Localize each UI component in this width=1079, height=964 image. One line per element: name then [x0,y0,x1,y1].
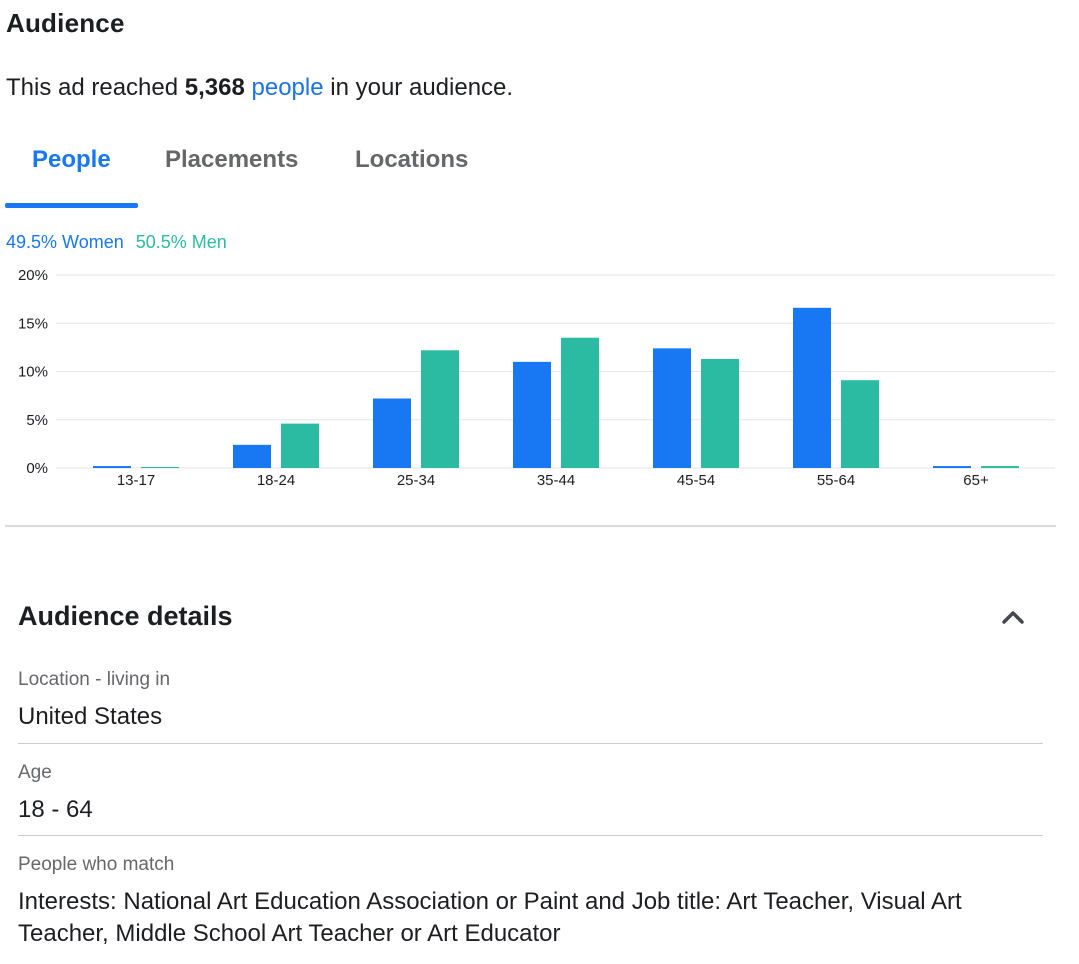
active-tab-indicator [5,203,138,208]
x-tick-label: 13-17 [117,472,155,489]
legend-women: 49.5% Women [6,232,124,252]
bar-women-35-44 [513,361,551,468]
reach-summary: This ad reached 5,368 people in your aud… [6,74,513,102]
bar-men-35-44 [561,337,599,468]
field-divider [18,835,1043,836]
tab-people[interactable]: People [32,146,111,174]
age-gender-bar-chart: 0% 5% 10% 15% 20% 13-17 18-24 25-34 35-44 45-54 55… [18,267,1055,489]
interests-field: People who match Interests: National Art… [18,854,1043,950]
bar-women-55-64 [793,307,831,468]
y-tick-label: 15% [18,315,48,332]
interests-value: Interests: National Art Education Associ… [18,888,962,947]
bar-women-65+ [933,466,971,468]
location-field: Location - living in United States [18,669,1043,733]
bar-men-18-24 [281,423,319,468]
x-tick-label: 45-54 [677,472,715,489]
y-tick-label: 10% [18,364,48,381]
bar-men-55-64 [841,380,879,468]
x-tick-label: 35-44 [537,472,575,489]
reach-count: 5,368 [184,74,245,101]
bar-women-45-54 [653,348,691,468]
bar-men-45-54 [701,358,739,468]
x-tick-label: 55-64 [817,472,855,489]
chevron-up-icon[interactable] [998,604,1028,630]
people-link[interactable]: people [252,74,324,101]
bar-women-13-17 [93,466,131,468]
location-value: United States [18,703,163,730]
x-tick-label: 18-24 [257,472,295,489]
age-field: Age 18 - 64 [18,762,1043,826]
age-label: Age [18,762,52,783]
audience-details-title: Audience details [18,601,233,631]
reach-prefix: This ad reached [6,74,185,101]
tab-locations[interactable]: Locations [355,146,468,174]
bar-men-65+ [981,466,1019,468]
interests-label: People who match [18,854,175,875]
chart-divider [5,525,1056,527]
y-tick-label: 20% [18,267,48,284]
audience-title: Audience [6,8,125,38]
x-tick-label: 25-34 [397,472,435,489]
age-value: 18 - 64 [18,796,93,823]
reach-suffix: in your audience. [323,74,514,101]
bar-men-13-17 [141,467,179,468]
field-divider [18,743,1043,744]
location-label: Location - living in [18,669,171,690]
y-tick-label: 0% [26,460,48,477]
y-tick-label: 5% [26,412,48,429]
x-tick-label: 65+ [963,472,989,489]
bar-men-25-34 [421,350,459,468]
audience-tabs: People Placements Locations [5,130,1055,210]
tab-placements[interactable]: Placements [165,146,298,174]
gender-legend: 49.5% Women 50.5% Men [6,232,227,253]
bar-women-18-24 [233,444,271,468]
bar-women-25-34 [373,398,411,468]
legend-men: 50.5% Men [135,232,227,252]
audience-panel: Audience This ad reached 5,368 people in… [0,0,1079,964]
